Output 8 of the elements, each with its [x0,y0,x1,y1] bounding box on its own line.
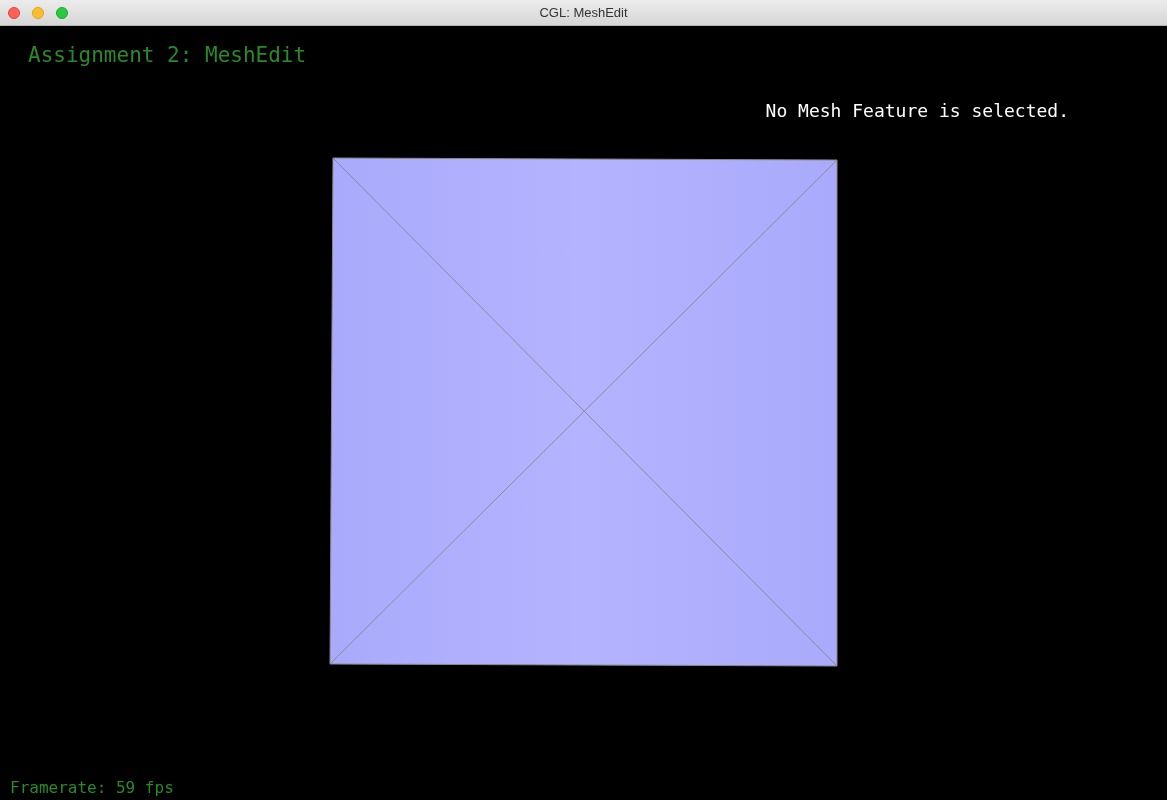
assignment-heading: Assignment 2: MeshEdit [28,43,307,67]
mesh-drawing[interactable] [329,157,838,667]
framerate-label: Framerate: 59 fps [10,778,174,797]
selection-status: No Mesh Feature is selected. [765,100,1069,121]
window-title: CGL: MeshEdit [539,5,628,20]
zoom-icon[interactable] [56,6,68,19]
close-icon[interactable] [8,6,20,19]
minimize-icon[interactable] [32,6,44,19]
